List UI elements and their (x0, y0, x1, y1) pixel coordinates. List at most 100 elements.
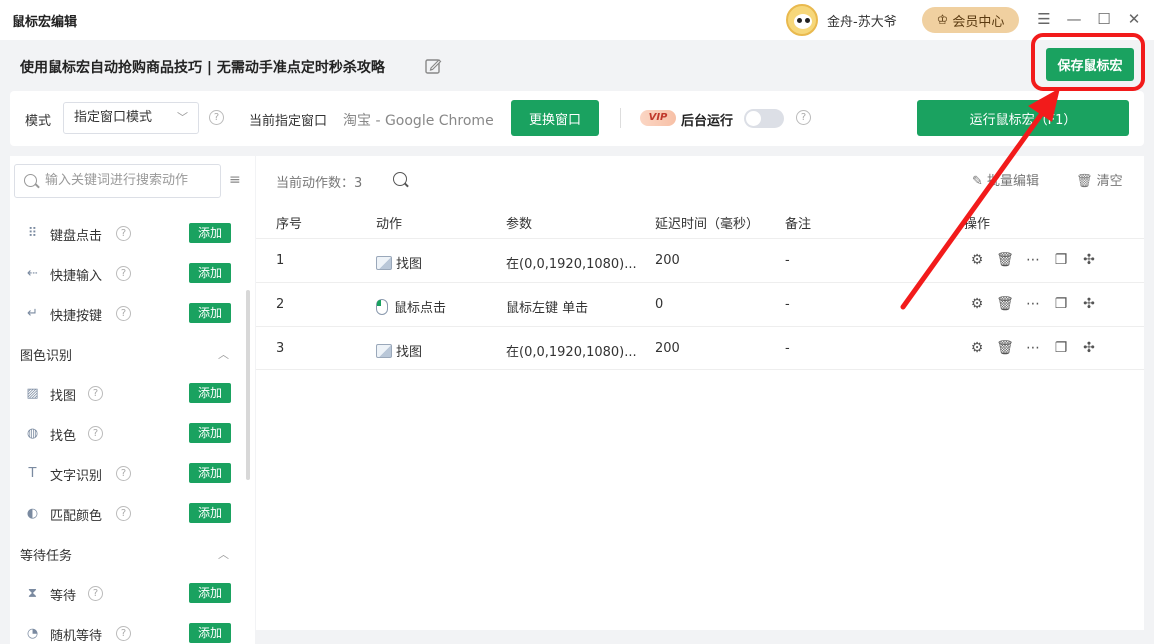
table-row[interactable]: 3 找图 在(0,0,1920,1080)... 200 - ⚙ 🗑 ⋯ ❐ ✣ (256, 326, 1144, 370)
help-icon[interactable]: ? (116, 306, 131, 321)
run-macro-button[interactable]: 运行鼠标宏（F1） (917, 100, 1129, 136)
help-icon[interactable]: ? (116, 266, 131, 281)
sidebar-item-match-color[interactable]: ◐ 匹配颜色 ? 添加 (10, 494, 245, 534)
group-title-wait[interactable]: 等待任务 (20, 545, 72, 564)
toggle-knob (746, 111, 761, 126)
row-action: 找图 (376, 341, 422, 360)
help-icon[interactable]: ? (116, 506, 131, 521)
maximize-icon[interactable]: ☐ (1095, 10, 1113, 28)
add-button[interactable]: 添加 (189, 223, 231, 243)
settings-icon[interactable]: ⚙ (968, 251, 986, 269)
action-search-input[interactable]: 输入关键词进行搜索动作 (14, 164, 221, 198)
add-button[interactable]: 添加 (189, 263, 231, 283)
sidebar-item-random-wait[interactable]: ◔ 随机等待 ? 添加 (10, 614, 245, 644)
panda-eye-icon (797, 18, 802, 23)
more-icon[interactable]: ⋯ (1024, 295, 1042, 313)
window-value: 淘宝 - Google Chrome (343, 113, 494, 129)
more-icon[interactable]: ⋯ (1024, 251, 1042, 269)
add-button[interactable]: 添加 (189, 503, 231, 523)
delete-icon[interactable]: 🗑 (996, 339, 1014, 357)
sidebar-item-keyboard-click[interactable]: ⠿ 键盘点击 ? 添加 (10, 214, 245, 254)
add-button[interactable]: 添加 (189, 423, 231, 443)
search-icon (24, 174, 37, 187)
background-run-toggle[interactable] (744, 109, 784, 128)
minimize-icon[interactable]: — (1065, 10, 1083, 28)
sidebar-scrollbar[interactable] (246, 290, 250, 480)
row-action-label: 找图 (396, 257, 423, 272)
help-icon[interactable]: ? (116, 466, 131, 481)
help-icon[interactable]: ? (209, 110, 224, 125)
table-row[interactable]: 2 鼠标点击 鼠标左键 单击 0 - ⚙ 🗑 ⋯ ❐ ✣ (256, 282, 1144, 326)
sidebar-item-label: 匹配颜色 (50, 509, 103, 524)
username[interactable]: 金舟-苏大爷 (827, 11, 897, 30)
color-match-icon: ◐ (26, 506, 39, 521)
settings-icon[interactable]: ⚙ (968, 295, 986, 313)
row-index: 3 (276, 341, 285, 356)
title-bar: 鼠标宏编辑 金舟-苏大爷 ♔ 会员中心 ☰ — ☐ ✕ (0, 0, 1154, 40)
sidebar-item-quick-input[interactable]: ⇠ 快捷输入 ? 添加 (10, 254, 245, 294)
copy-icon[interactable]: ❐ (1052, 295, 1070, 313)
help-icon[interactable]: ? (88, 426, 103, 441)
enter-key-icon: ↵ (27, 306, 38, 321)
search-icon[interactable] (393, 172, 407, 186)
row-action: 找图 (376, 253, 422, 272)
row-note: - (785, 253, 790, 268)
add-button[interactable]: 添加 (189, 383, 231, 403)
keyboard-icon: ⠿ (27, 226, 38, 241)
column-header: 参数 (506, 217, 533, 232)
table-row[interactable]: 1 找图 在(0,0,1920,1080)... 200 - ⚙ 🗑 ⋯ ❐ ✣ (256, 238, 1144, 282)
drag-handle-icon[interactable]: ✣ (1080, 251, 1098, 269)
help-icon[interactable]: ? (88, 386, 103, 401)
mode-select[interactable]: 指定窗口模式 ﹀ (63, 102, 199, 134)
sidebar-item-label: 找色 (50, 429, 77, 444)
delete-icon[interactable]: 🗑 (996, 295, 1014, 313)
edit-icon[interactable] (424, 57, 442, 75)
sidebar-item-wait[interactable]: ⧗ 等待 ? 添加 (10, 574, 245, 614)
chevron-up-icon[interactable]: ︿ (218, 346, 229, 362)
vip-center-button[interactable]: ♔ 会员中心 (922, 7, 1019, 33)
help-icon[interactable]: ? (88, 586, 103, 601)
help-icon[interactable]: ? (116, 226, 131, 241)
add-button[interactable]: 添加 (189, 303, 231, 323)
add-button[interactable]: 添加 (189, 463, 231, 483)
help-icon[interactable]: ? (116, 626, 131, 641)
search-placeholder: 输入关键词进行搜索动作 (45, 173, 189, 188)
sidebar-item-find-color[interactable]: ◍ 找色 ? 添加 (10, 414, 245, 454)
sidebar-item-find-image[interactable]: ▨ 找图 ? 添加 (10, 374, 245, 414)
macro-header: 使用鼠标宏自动抢购商品技巧 | 无需动手准点定时秒杀攻略 (0, 40, 1154, 90)
action-list-panel: 当前动作数：3 ✎ 批量编辑 🗑 清空 序号 动作 参数 延迟时间（毫秒） 备注… (256, 156, 1144, 630)
app-title: 鼠标宏编辑 (12, 15, 78, 30)
background-run-label: 后台运行 (681, 114, 734, 129)
add-button[interactable]: 添加 (189, 623, 231, 643)
add-button[interactable]: 添加 (189, 583, 231, 603)
delete-icon[interactable]: 🗑 (996, 251, 1014, 269)
drag-handle-icon[interactable]: ✣ (1080, 295, 1098, 313)
group-title-image[interactable]: 图色识别 (20, 345, 72, 364)
row-operations: ⚙ 🗑 ⋯ ❐ ✣ (968, 251, 1098, 269)
image-icon: ▨ (26, 386, 39, 401)
row-note: - (785, 297, 790, 312)
sidebar-item-text-recognition[interactable]: T 文字识别 ? 添加 (10, 454, 245, 494)
text-icon: T (28, 466, 37, 481)
chevron-up-icon[interactable]: ︿ (218, 546, 229, 562)
switch-window-button[interactable]: 更换窗口 (511, 100, 599, 136)
menu-icon[interactable]: ☰ (1035, 10, 1053, 28)
sidebar-item-label: 快捷输入 (50, 269, 103, 284)
row-action-label: 找图 (396, 345, 423, 360)
copy-icon[interactable]: ❐ (1052, 251, 1070, 269)
window-label: 当前指定窗口 (249, 114, 328, 129)
help-icon[interactable]: ? (796, 110, 811, 125)
avatar[interactable] (786, 4, 818, 36)
clear-button[interactable]: 🗑 清空 (1076, 170, 1123, 189)
collapse-icon[interactable]: ≡ (229, 172, 245, 188)
copy-icon[interactable]: ❐ (1052, 339, 1070, 357)
drag-handle-icon[interactable]: ✣ (1080, 339, 1098, 357)
action-count: 当前动作数：3 (276, 176, 363, 191)
more-icon[interactable]: ⋯ (1024, 339, 1042, 357)
batch-edit-button[interactable]: ✎ 批量编辑 (972, 170, 1039, 189)
settings-icon[interactable]: ⚙ (968, 339, 986, 357)
image-icon (376, 344, 392, 358)
row-operations: ⚙ 🗑 ⋯ ❐ ✣ (968, 339, 1098, 357)
close-icon[interactable]: ✕ (1125, 10, 1143, 28)
sidebar-item-quick-key[interactable]: ↵ 快捷按键 ? 添加 (10, 294, 245, 334)
